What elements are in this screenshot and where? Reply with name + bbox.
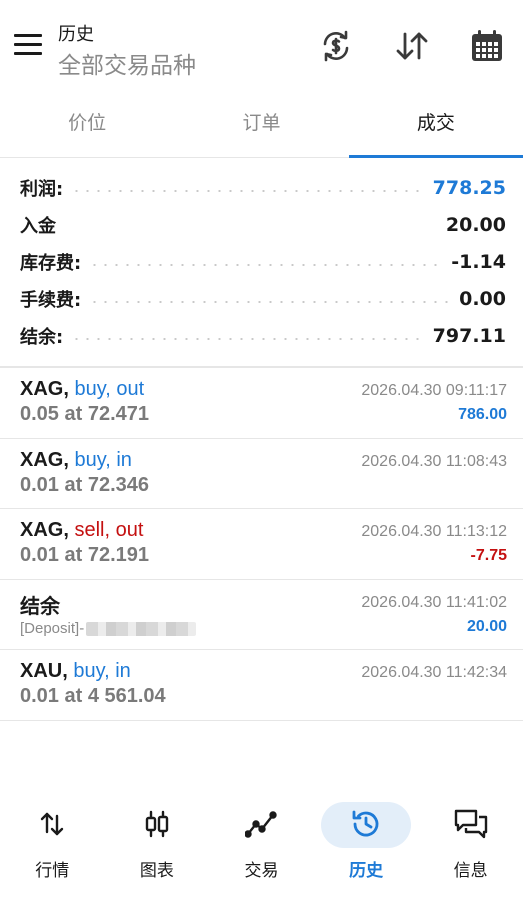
deal-symbol: XAG, buy, out	[20, 378, 144, 401]
nav-item-charts[interactable]: 图表	[105, 794, 210, 904]
deal-volume: 0.01 at 72.191	[20, 544, 149, 566]
deal-time: 2026.04.30 11:42:34	[361, 664, 507, 681]
deal-volume: 0.05 at 72.471	[20, 403, 149, 425]
tab-orders[interactable]: 订单	[174, 96, 348, 157]
summary-label: 结余:	[20, 326, 64, 348]
deals-list: XAG, buy, out 0.05 at 72.471 2026.04.30 …	[0, 368, 523, 721]
deal-symbol: XAU, buy, in	[20, 660, 131, 683]
summary-row-profit: 利润: 778.25	[0, 170, 523, 207]
deal-side: buy, in	[68, 448, 132, 471]
list-item[interactable]: XAG, sell, out 0.01 at 72.191 2026.04.30…	[0, 509, 523, 580]
summary-row-balance: 结余: 797.11	[0, 317, 523, 354]
trade-line-icon	[241, 804, 281, 844]
deal-profit: -7.75	[470, 547, 507, 564]
nav-item-messages[interactable]: 信息	[418, 794, 523, 904]
list-item[interactable]: XAG, buy, out 0.05 at 72.471 2026.04.30 …	[0, 368, 523, 439]
quotes-arrows-icon	[32, 804, 72, 844]
deal-profit: 786.00	[458, 406, 507, 423]
bottom-nav: 行情 图表 交易 历史 信息	[0, 794, 523, 904]
dot-leader	[71, 190, 425, 193]
app-header: 历史 全部交易品种	[0, 0, 523, 90]
list-item[interactable]: 结余 [Deposit]- 2026.04.30 11:41:02 20.00	[0, 580, 523, 650]
deal-time: 2026.04.30 11:13:12	[361, 523, 507, 540]
deal-time: 2026.04.30 11:08:43	[361, 452, 507, 470]
candlestick-chart-icon	[137, 804, 177, 844]
deal-symbol-text: XAG,	[20, 519, 69, 541]
deal-symbol-text: XAG,	[20, 448, 69, 471]
deal-symbol: XAG, buy, in	[20, 449, 132, 472]
page-title: 历史	[58, 24, 94, 45]
deal-profit: 20.00	[466, 617, 507, 635]
calendar-icon[interactable]	[467, 26, 507, 66]
summary-value: 0.00	[459, 287, 506, 310]
deal-side: buy, in	[67, 660, 131, 682]
deal-symbol-text: 结余	[20, 595, 60, 618]
deal-volume: 0.01 at 72.346	[20, 473, 149, 496]
deal-comment-text: [Deposit]-	[20, 619, 85, 637]
nav-item-quotes[interactable]: 行情	[0, 794, 105, 904]
currency-swap-icon[interactable]	[316, 26, 356, 66]
deal-symbol: XAG, sell, out	[20, 519, 143, 542]
dot-leader	[89, 263, 444, 266]
deal-side: sell, out	[68, 519, 144, 541]
symbol-filter[interactable]: 全部交易品种	[58, 46, 196, 80]
summary-value: 778.25	[432, 177, 506, 200]
summary-row-swap: 库存费: -1.14	[0, 244, 523, 281]
deal-time: 2026.04.30 09:11:17	[361, 382, 507, 399]
nav-label: 信息	[453, 861, 488, 881]
summary-value: -1.14	[451, 250, 506, 273]
list-item[interactable]: XAG, buy, in 0.01 at 72.346 2026.04.30 1…	[0, 439, 523, 509]
dot-leader	[71, 337, 425, 340]
nav-label: 图表	[139, 861, 174, 881]
deal-symbol: 结余	[20, 590, 60, 619]
summary-label: 利润:	[20, 179, 64, 201]
deal-side: buy, out	[68, 378, 145, 400]
summary-value: 20.00	[445, 214, 506, 237]
nav-item-history[interactable]: 历史	[314, 794, 419, 904]
redacted-text	[86, 621, 197, 636]
menu-icon[interactable]	[14, 34, 42, 56]
nav-item-trade[interactable]: 交易	[209, 794, 314, 904]
tab-deals[interactable]: 成交	[348, 96, 523, 158]
list-item[interactable]: XAU, buy, in 0.01 at 4 561.04 2026.04.30…	[0, 650, 523, 721]
deal-volume: 0.01 at 4 561.04	[20, 685, 166, 707]
deal-symbol-text: XAU,	[20, 660, 68, 682]
tab-positions[interactable]: 价位	[0, 96, 174, 157]
sort-icon[interactable]	[392, 26, 432, 66]
dot-leader	[89, 300, 452, 303]
summary-row-commission: 手续费: 0.00	[0, 280, 523, 317]
summary-panel: 利润: 778.25 入金 20.00 库存费: -1.14 手续费: 0.00…	[0, 170, 523, 354]
summary-value: 797.11	[432, 324, 506, 347]
nav-label: 历史	[349, 861, 384, 881]
deal-comment: [Deposit]-	[20, 619, 197, 637]
history-tabs: 价位 订单 成交	[0, 96, 523, 158]
deal-symbol-text: XAG,	[20, 378, 69, 400]
summary-label: 手续费:	[20, 289, 82, 311]
summary-label: 库存费:	[20, 252, 82, 274]
deal-time: 2026.04.30 11:41:02	[361, 593, 507, 611]
nav-label: 行情	[35, 861, 70, 881]
summary-row-deposit: 入金 20.00	[0, 207, 523, 244]
summary-label: 入金	[20, 216, 56, 238]
messages-icon	[451, 804, 491, 844]
history-clock-icon	[346, 804, 386, 844]
nav-label: 交易	[244, 861, 279, 881]
